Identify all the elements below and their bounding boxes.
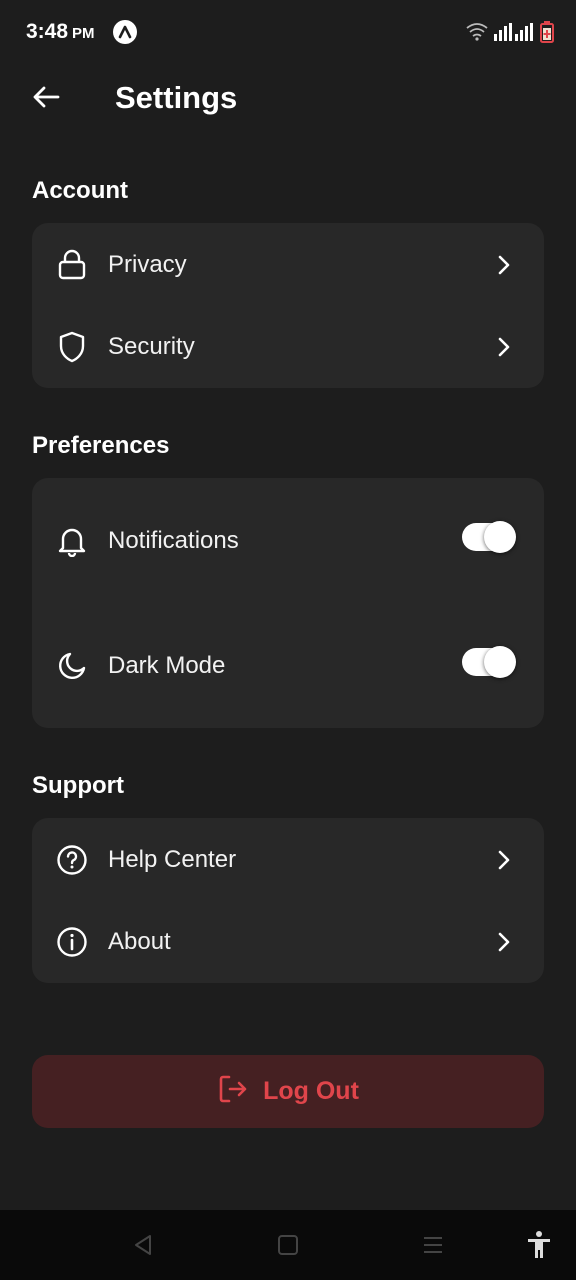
settings-item-label: About bbox=[108, 928, 171, 955]
back-button[interactable] bbox=[24, 78, 68, 116]
moon-icon bbox=[56, 650, 88, 682]
info-icon bbox=[56, 926, 88, 958]
settings-item-security[interactable]: Security bbox=[32, 315, 544, 379]
status-time: 3:48 PM bbox=[26, 20, 95, 44]
settings-item-label: Notifications bbox=[108, 527, 239, 554]
accessibility-button[interactable] bbox=[524, 1230, 554, 1260]
settings-item-dark-mode[interactable]: Dark Mode bbox=[32, 634, 544, 698]
settings-item-label: Security bbox=[108, 333, 195, 360]
system-nav-bar bbox=[0, 1210, 576, 1280]
page-title: Settings bbox=[115, 80, 238, 115]
nav-back-button[interactable] bbox=[128, 1230, 158, 1260]
chevron-right-icon bbox=[492, 253, 516, 277]
battery-icon bbox=[540, 21, 554, 43]
dark-mode-toggle[interactable] bbox=[462, 646, 516, 678]
nav-home-button[interactable] bbox=[273, 1230, 303, 1260]
shield-icon bbox=[56, 331, 88, 363]
signal-icon bbox=[494, 23, 533, 41]
chevron-right-icon bbox=[492, 848, 516, 872]
square-home-icon bbox=[278, 1235, 298, 1255]
lock-icon bbox=[56, 249, 88, 281]
preferences-card: Notifications Dark Mode bbox=[32, 478, 544, 728]
wifi-icon bbox=[466, 23, 488, 41]
app-notification-icon bbox=[113, 20, 137, 44]
app-header: Settings bbox=[0, 64, 576, 134]
toggle-knob bbox=[484, 521, 516, 553]
arrow-left-icon bbox=[33, 86, 60, 108]
section-title-account: Account bbox=[32, 177, 128, 204]
toggle-knob bbox=[484, 646, 516, 678]
chevron-right-icon bbox=[492, 930, 516, 954]
status-ampm: PM bbox=[72, 25, 95, 42]
settings-item-label: Help Center bbox=[108, 846, 237, 873]
help-circle-icon bbox=[56, 844, 88, 876]
status-icons bbox=[466, 20, 554, 44]
settings-item-privacy[interactable]: Privacy bbox=[32, 233, 544, 297]
log-out-button[interactable]: Log Out bbox=[32, 1055, 544, 1128]
log-out-label: Log Out bbox=[263, 1077, 359, 1105]
bell-icon bbox=[56, 525, 88, 557]
support-card: Help Center About bbox=[32, 818, 544, 983]
notifications-toggle[interactable] bbox=[462, 521, 516, 553]
settings-item-label: Privacy bbox=[108, 251, 187, 278]
menu-lines-icon bbox=[424, 1237, 442, 1253]
accessibility-icon bbox=[528, 1231, 550, 1258]
triangle-back-icon bbox=[135, 1235, 151, 1255]
status-bar: 3:48 PM bbox=[0, 0, 576, 64]
settings-item-help-center[interactable]: Help Center bbox=[32, 828, 544, 892]
chevron-right-icon bbox=[492, 335, 516, 359]
settings-item-about[interactable]: About bbox=[32, 910, 544, 974]
status-time-value: 3:48 bbox=[26, 20, 69, 43]
section-title-support: Support bbox=[32, 772, 124, 799]
account-card: Privacy Security bbox=[32, 223, 544, 388]
settings-item-notifications[interactable]: Notifications bbox=[32, 509, 544, 573]
section-title-preferences: Preferences bbox=[32, 432, 170, 459]
log-out-icon bbox=[217, 1073, 249, 1110]
nav-recents-button[interactable] bbox=[418, 1230, 448, 1260]
settings-item-label: Dark Mode bbox=[108, 652, 226, 679]
